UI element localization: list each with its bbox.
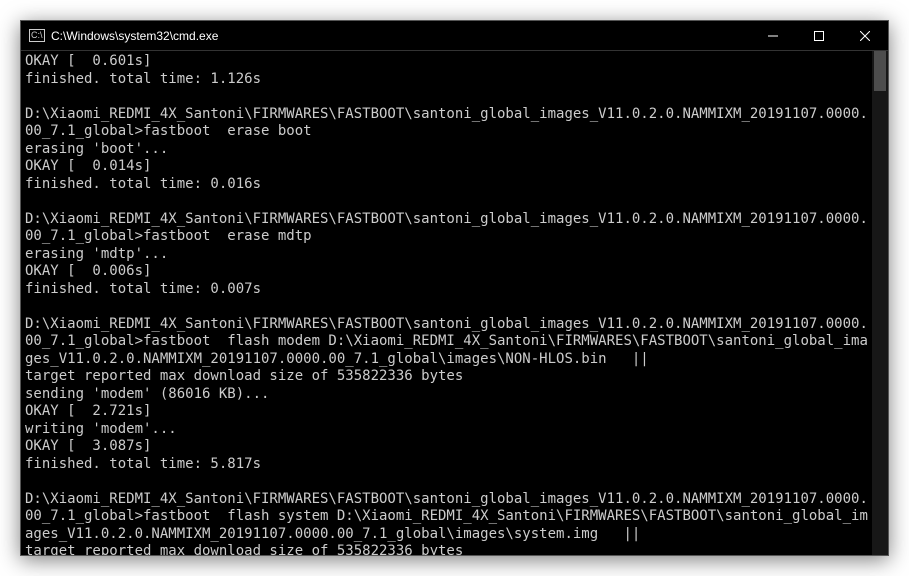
terminal-line: erasing 'mdtp'... — [25, 246, 868, 264]
terminal-line: OKAY [ 0.601s] — [25, 53, 868, 71]
terminal-line: finished. total time: 0.016s — [25, 176, 868, 194]
scrollbar-thumb[interactable] — [874, 51, 886, 91]
titlebar-left: C:\ C:\Windows\system32\cmd.exe — [21, 29, 218, 43]
terminal-line: target reported max download size of 535… — [25, 368, 868, 386]
terminal-line: D:\Xiaomi_REDMI_4X_Santoni\FIRMWARES\FAS… — [25, 211, 868, 246]
maximize-button[interactable] — [796, 21, 842, 50]
terminal-line: OKAY [ 0.014s] — [25, 158, 868, 176]
titlebar-controls — [750, 21, 888, 50]
minimize-button[interactable] — [750, 21, 796, 50]
terminal-line — [25, 473, 868, 491]
cmd-window: C:\ C:\Windows\system32\cmd.exe OKAY [ 0… — [20, 20, 889, 556]
terminal-body: OKAY [ 0.601s]finished. total time: 1.12… — [21, 51, 888, 555]
terminal-line: erasing 'boot'... — [25, 141, 868, 159]
titlebar[interactable]: C:\ C:\Windows\system32\cmd.exe — [21, 21, 888, 51]
terminal-line: D:\Xiaomi_REDMI_4X_Santoni\FIRMWARES\FAS… — [25, 316, 868, 369]
terminal-line: sending 'modem' (86016 KB)... — [25, 386, 868, 404]
terminal-line — [25, 88, 868, 106]
terminal-line: writing 'modem'... — [25, 421, 868, 439]
terminal-line: target reported max download size of 535… — [25, 543, 868, 555]
scrollbar[interactable] — [872, 51, 888, 555]
terminal-line — [25, 193, 868, 211]
terminal-line: finished. total time: 0.007s — [25, 281, 868, 299]
terminal-line: OKAY [ 0.006s] — [25, 263, 868, 281]
terminal-line: finished. total time: 5.817s — [25, 456, 868, 474]
close-button[interactable] — [842, 21, 888, 50]
terminal-line — [25, 298, 868, 316]
terminal-line: D:\Xiaomi_REDMI_4X_Santoni\FIRMWARES\FAS… — [25, 491, 868, 544]
terminal-line: OKAY [ 2.721s] — [25, 403, 868, 421]
cmd-icon: C:\ — [29, 29, 45, 42]
window-title: C:\Windows\system32\cmd.exe — [51, 29, 218, 43]
terminal-content[interactable]: OKAY [ 0.601s]finished. total time: 1.12… — [21, 51, 872, 555]
terminal-line: D:\Xiaomi_REDMI_4X_Santoni\FIRMWARES\FAS… — [25, 106, 868, 141]
terminal-line: finished. total time: 1.126s — [25, 71, 868, 89]
terminal-line: OKAY [ 3.087s] — [25, 438, 868, 456]
